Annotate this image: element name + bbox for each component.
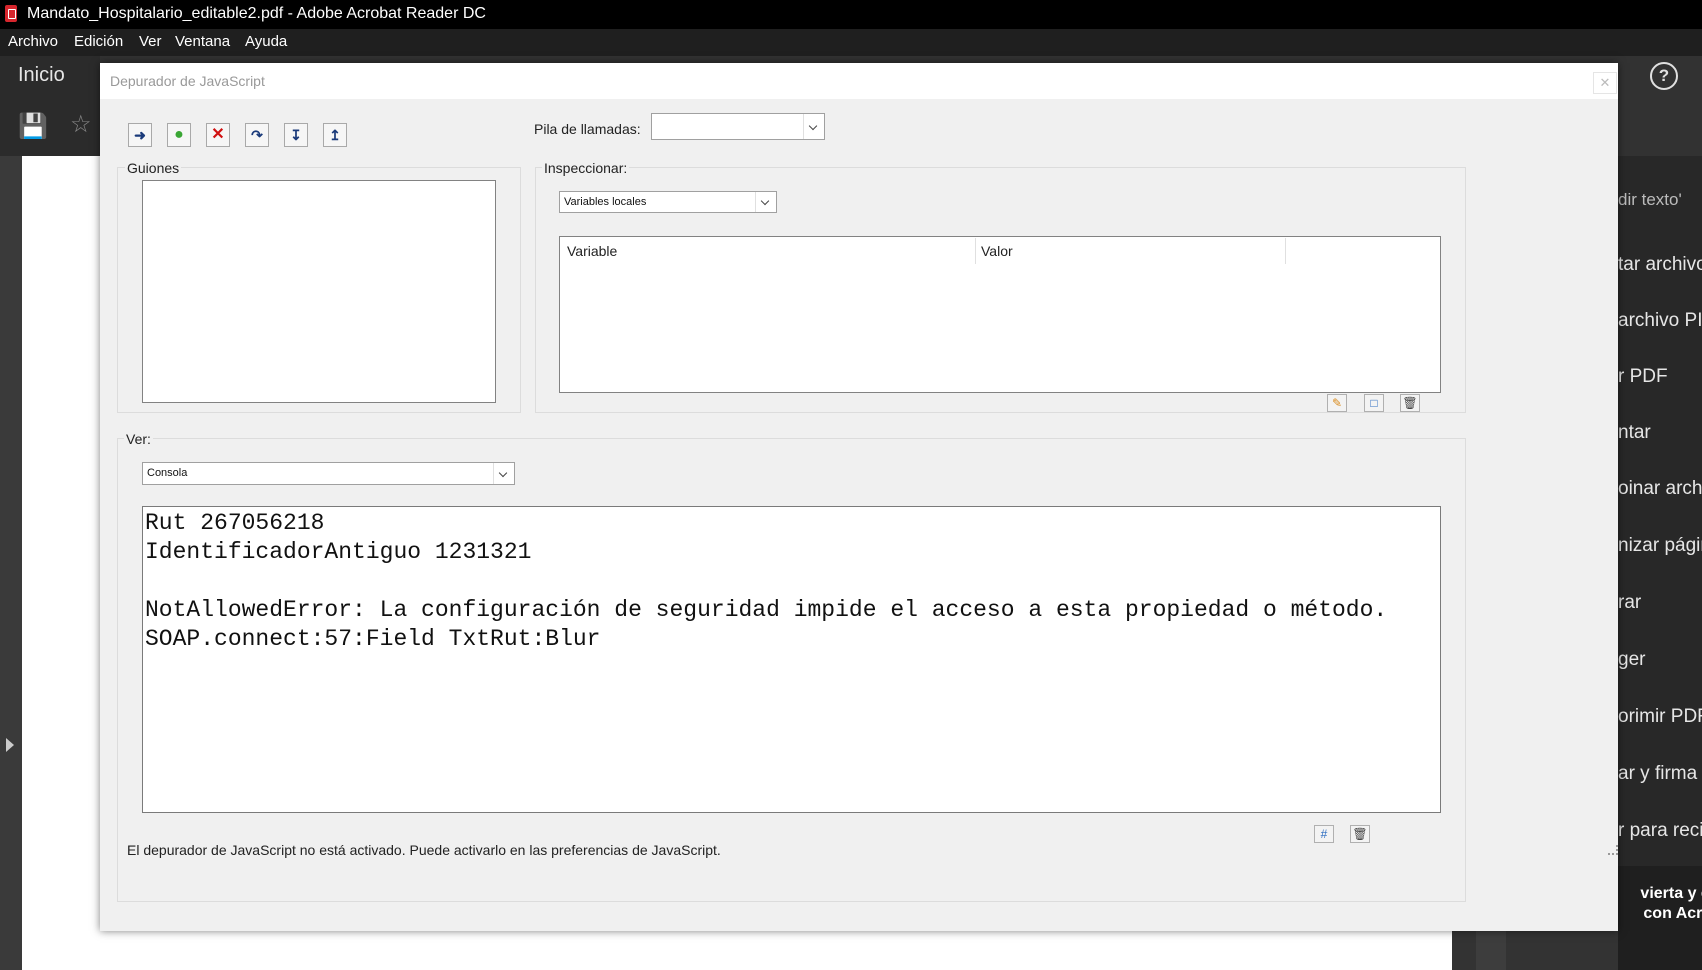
chevron-down-icon [493, 463, 514, 484]
dialog-title: Depurador de JavaScript [110, 73, 265, 89]
tools-item[interactable]: r PDF [1618, 366, 1668, 388]
tools-item[interactable]: archivo PI [1618, 310, 1702, 332]
inspect-dropdown[interactable]: Variables locales [559, 191, 777, 213]
break-button[interactable]: ● [167, 123, 191, 147]
expand-panel-icon[interactable] [6, 738, 14, 752]
close-button[interactable]: ✕ [1593, 72, 1617, 94]
variables-grid[interactable]: Variable Valor [559, 236, 1441, 393]
view-label: Ver: [124, 431, 153, 447]
status-message: El depurador de JavaScript no está activ… [127, 842, 721, 858]
step-out-button[interactable]: ↥ [323, 123, 347, 147]
trash-icon[interactable]: 🗑 [1350, 825, 1370, 843]
tools-item[interactable]: oinar archi [1618, 478, 1702, 500]
resume-arrow-icon: ➜ [134, 127, 146, 143]
chevron-down-icon [803, 114, 824, 139]
tools-search[interactable]: dir texto' [1618, 190, 1682, 210]
tools-item[interactable]: ger [1618, 649, 1645, 671]
console-line: Rut 267056218 [145, 510, 325, 536]
menu-ver[interactable]: Ver [139, 33, 162, 50]
step-out-icon: ↥ [329, 127, 341, 143]
hash-icon[interactable]: # [1314, 825, 1334, 843]
menu-ayuda[interactable]: Ayuda [245, 33, 287, 50]
promo-text: vierta y ed con Acrol [1618, 884, 1702, 924]
tools-item[interactable]: rar [1618, 592, 1641, 614]
step-into-button[interactable]: ↧ [284, 123, 308, 147]
menu-archivo[interactable]: Archivo [8, 33, 58, 50]
window-title: Mandato_Hospitalario_editable2.pdf - Ado… [27, 5, 486, 22]
tools-item[interactable]: r para reci [1618, 820, 1702, 842]
promo-box[interactable]: vierta y ed con Acrol [1618, 866, 1702, 970]
column-header-value[interactable]: Valor [981, 243, 1013, 259]
console-text: Rut 267056218 IdentificadorAntiguo 123132… [145, 509, 1387, 654]
tools-item[interactable]: tar archivo [1618, 254, 1702, 276]
edit-pencil-icon[interactable]: ✎ [1327, 394, 1347, 412]
tools-pane: dir texto' tar archivo archivo PI r PDF … [1618, 156, 1702, 970]
javascript-debugger-dialog: Depurador de JavaScript ✕ ➜ ● ✕ ↷ ↧ ↥ Pi… [100, 63, 1618, 931]
console-line: IdentificadorAntiguo 1231321 [145, 539, 532, 565]
save-icon[interactable]: 💾 [18, 112, 48, 141]
inspect-label: Inspeccionar: [542, 160, 630, 176]
tools-item[interactable]: ar y firma [1618, 763, 1697, 785]
scripts-label: Guiones [125, 160, 182, 176]
break-dot-icon: ● [174, 126, 184, 143]
call-stack-dropdown[interactable] [651, 113, 825, 140]
dialog-titlebar: Depurador de JavaScript ✕ [100, 63, 1618, 99]
view-value: Consola [147, 467, 188, 479]
call-stack-label: Pila de llamadas: [534, 121, 641, 137]
step-over-button[interactable]: ↷ [245, 123, 269, 147]
column-divider[interactable] [975, 238, 976, 264]
tab-home[interactable]: Inicio [18, 64, 65, 87]
view-dropdown[interactable]: Consola [142, 462, 515, 485]
tools-item[interactable]: nizar págir [1618, 535, 1702, 557]
menu-edicion[interactable]: Edición [74, 33, 123, 50]
console-line: SOAP.connect:57:Field TxtRut:Blur [145, 626, 601, 652]
chevron-down-icon [755, 192, 776, 212]
scripts-list[interactable] [142, 180, 496, 403]
trash-icon[interactable]: 🗑 [1400, 394, 1420, 412]
menu-bar: Archivo Edición Ver Ventana Ayuda [0, 29, 1702, 56]
pdf-app-icon [5, 5, 17, 22]
column-header-variable[interactable]: Variable [567, 243, 617, 259]
stop-x-icon: ✕ [211, 126, 225, 143]
promo-line-1: vierta y ed [1640, 885, 1702, 902]
console-output[interactable]: Rut 267056218 IdentificadorAntiguo 123132… [142, 506, 1441, 813]
inspect-value: Variables locales [564, 196, 647, 208]
tools-item[interactable]: orimir PDF [1618, 706, 1702, 728]
left-gutter [0, 156, 22, 970]
star-icon[interactable]: ☆ [70, 110, 92, 139]
new-watch-icon[interactable]: □ [1364, 394, 1384, 412]
step-over-icon: ↷ [251, 127, 263, 143]
resize-grip-icon[interactable] [1608, 845, 1618, 855]
help-icon[interactable]: ? [1650, 62, 1678, 90]
step-into-icon: ↧ [290, 127, 302, 143]
window-titlebar: Mandato_Hospitalario_editable2.pdf - Ado… [0, 0, 1702, 29]
console-line: NotAllowedError: La configuración de seg… [145, 597, 1388, 623]
menu-ventana[interactable]: Ventana [175, 33, 230, 50]
stop-button[interactable]: ✕ [206, 123, 230, 147]
resume-button[interactable]: ➜ [128, 123, 152, 147]
tools-item[interactable]: ntar [1618, 422, 1651, 444]
column-divider[interactable] [1285, 238, 1286, 264]
promo-line-2: con Acrol [1643, 905, 1702, 922]
